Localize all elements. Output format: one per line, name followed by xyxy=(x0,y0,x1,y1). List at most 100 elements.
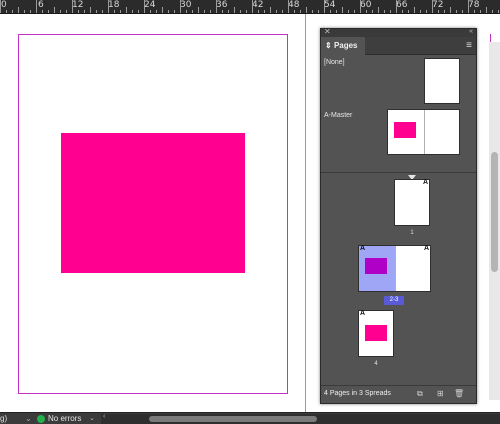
ruler-tick xyxy=(492,10,493,13)
ruler-tick xyxy=(234,7,235,13)
ruler-label: 72 xyxy=(432,0,444,10)
ruler-label: 42 xyxy=(252,0,264,10)
chevron-down-icon[interactable]: ⌄ xyxy=(25,414,32,424)
spread-2-3-number[interactable]: 2-3 xyxy=(384,296,404,305)
none-master-label[interactable]: [None] xyxy=(324,59,345,66)
ruler-tick xyxy=(396,0,397,13)
vertical-scroll-thumb[interactable] xyxy=(491,152,498,272)
page-1-thumbnail[interactable]: A xyxy=(394,179,430,226)
page-4-number[interactable]: 4 xyxy=(358,361,394,367)
sort-icon: ⇕ xyxy=(325,41,332,50)
ruler-label: 54 xyxy=(324,0,336,10)
page-size-icon[interactable]: ⧉ xyxy=(417,389,423,399)
ruler-tick xyxy=(384,10,385,13)
ruler-tick xyxy=(366,10,367,13)
panel-tabbar: ⇕ Pages ≡ xyxy=(321,37,476,55)
ruler-tick xyxy=(168,10,169,13)
ruler-tick xyxy=(402,10,403,13)
ruler-tick xyxy=(240,10,241,13)
ruler-tick xyxy=(306,7,307,13)
pink-rectangle[interactable] xyxy=(61,133,245,273)
ruler-tick xyxy=(246,10,247,13)
ruler-tick xyxy=(12,10,13,13)
ruler-tick xyxy=(372,10,373,13)
close-icon[interactable]: ✕ xyxy=(324,27,331,37)
ruler-label: 0 xyxy=(1,0,7,10)
ruler-tick xyxy=(414,7,415,13)
horizontal-scrollbar[interactable]: ‹ xyxy=(101,413,500,424)
ruler-tick xyxy=(378,7,379,13)
a-master-label[interactable]: A-Master xyxy=(324,112,352,119)
ruler-tick xyxy=(6,10,7,13)
ruler-tick xyxy=(174,10,175,13)
ruler-tick xyxy=(276,10,277,13)
panel-menu-icon[interactable]: ≡ xyxy=(466,40,472,52)
ruler-tick xyxy=(426,10,427,13)
collapse-icon[interactable]: « xyxy=(469,27,473,37)
ruler-tick xyxy=(156,10,157,13)
panel-footer: 4 Pages in 3 Spreads ⧉ ⊞ 🗑 xyxy=(321,385,476,403)
new-page-icon[interactable]: ⊞ xyxy=(437,389,444,398)
tab-pages[interactable]: ⇕ Pages xyxy=(321,37,365,55)
ruler-tick xyxy=(204,10,205,13)
horizontal-ruler[interactable]: 0 6 12 18 24 30 36 42 48 54 60 66 72 78 xyxy=(0,0,500,14)
page-count-status: 4 Pages in 3 Spreads xyxy=(324,390,391,397)
ruler-label: 30 xyxy=(180,0,192,10)
ruler-tick xyxy=(84,10,85,13)
ruler-tick xyxy=(162,7,163,13)
ruler-tick xyxy=(36,0,37,13)
a-master-thumbnail[interactable] xyxy=(387,109,460,155)
ruler-tick xyxy=(456,10,457,13)
ruler-tick xyxy=(336,10,337,13)
ruler-tick xyxy=(462,10,463,13)
master-pink-rect xyxy=(394,122,416,138)
thumbnail-fold xyxy=(395,246,396,291)
ruler-tick xyxy=(432,0,433,13)
ruler-tick xyxy=(78,10,79,13)
preflight-menu-chevron-icon[interactable]: ⌄ xyxy=(89,413,95,424)
ruler-tick xyxy=(252,0,253,13)
ruler-tick xyxy=(324,0,325,13)
ruler-tick xyxy=(474,10,475,13)
ruler-tick xyxy=(66,10,67,13)
none-master-thumbnail[interactable] xyxy=(424,58,460,104)
ruler-label: 6 xyxy=(38,0,44,10)
ruler-tick xyxy=(72,0,73,13)
page-4-thumbnail[interactable]: A xyxy=(358,310,394,357)
ruler-tick xyxy=(330,10,331,13)
delete-page-icon[interactable]: 🗑 xyxy=(454,389,464,398)
pages-panel[interactable]: ✕ « ⇕ Pages ≡ [None] A-Master A 1 A A 2-… xyxy=(320,27,477,404)
ruler-tick xyxy=(18,7,19,13)
vertical-scrollbar[interactable] xyxy=(489,42,500,400)
ruler-tick xyxy=(114,10,115,13)
ruler-tick xyxy=(192,10,193,13)
ruler-tick xyxy=(444,10,445,13)
ruler-tick xyxy=(228,10,229,13)
ruler-tick xyxy=(390,10,391,13)
preflight-errors-text[interactable]: No errors xyxy=(48,413,81,424)
spread-2-3-thumbnail[interactable]: A A xyxy=(358,245,431,292)
ruler-tick xyxy=(102,10,103,13)
masters-section: [None] A-Master xyxy=(321,56,476,173)
ruler-tick xyxy=(312,10,313,13)
zoom-dropdown[interactable]: g) xyxy=(0,413,7,424)
ruler-label: 24 xyxy=(144,0,156,10)
horizontal-scroll-thumb[interactable] xyxy=(149,416,317,422)
scroll-left-icon[interactable]: ‹ xyxy=(103,413,105,420)
thumbnail-fold xyxy=(424,110,425,154)
ruler-tick xyxy=(360,0,361,13)
ruler-tick xyxy=(42,10,43,13)
ruler-tick xyxy=(318,10,319,13)
ruler-tick xyxy=(216,0,217,13)
ruler-tick xyxy=(450,7,451,13)
ruler-tick xyxy=(498,10,499,13)
tab-pages-label: Pages xyxy=(333,41,358,50)
ruler-label: 18 xyxy=(108,0,120,10)
page-4-pink-rect xyxy=(365,325,387,341)
ruler-tick xyxy=(126,7,127,13)
page-1-number[interactable]: 1 xyxy=(394,230,430,236)
panel-titlebar[interactable]: ✕ « xyxy=(321,27,476,37)
ruler-label: 36 xyxy=(216,0,228,10)
ruler-tick xyxy=(108,0,109,13)
ruler-tick xyxy=(0,0,1,13)
